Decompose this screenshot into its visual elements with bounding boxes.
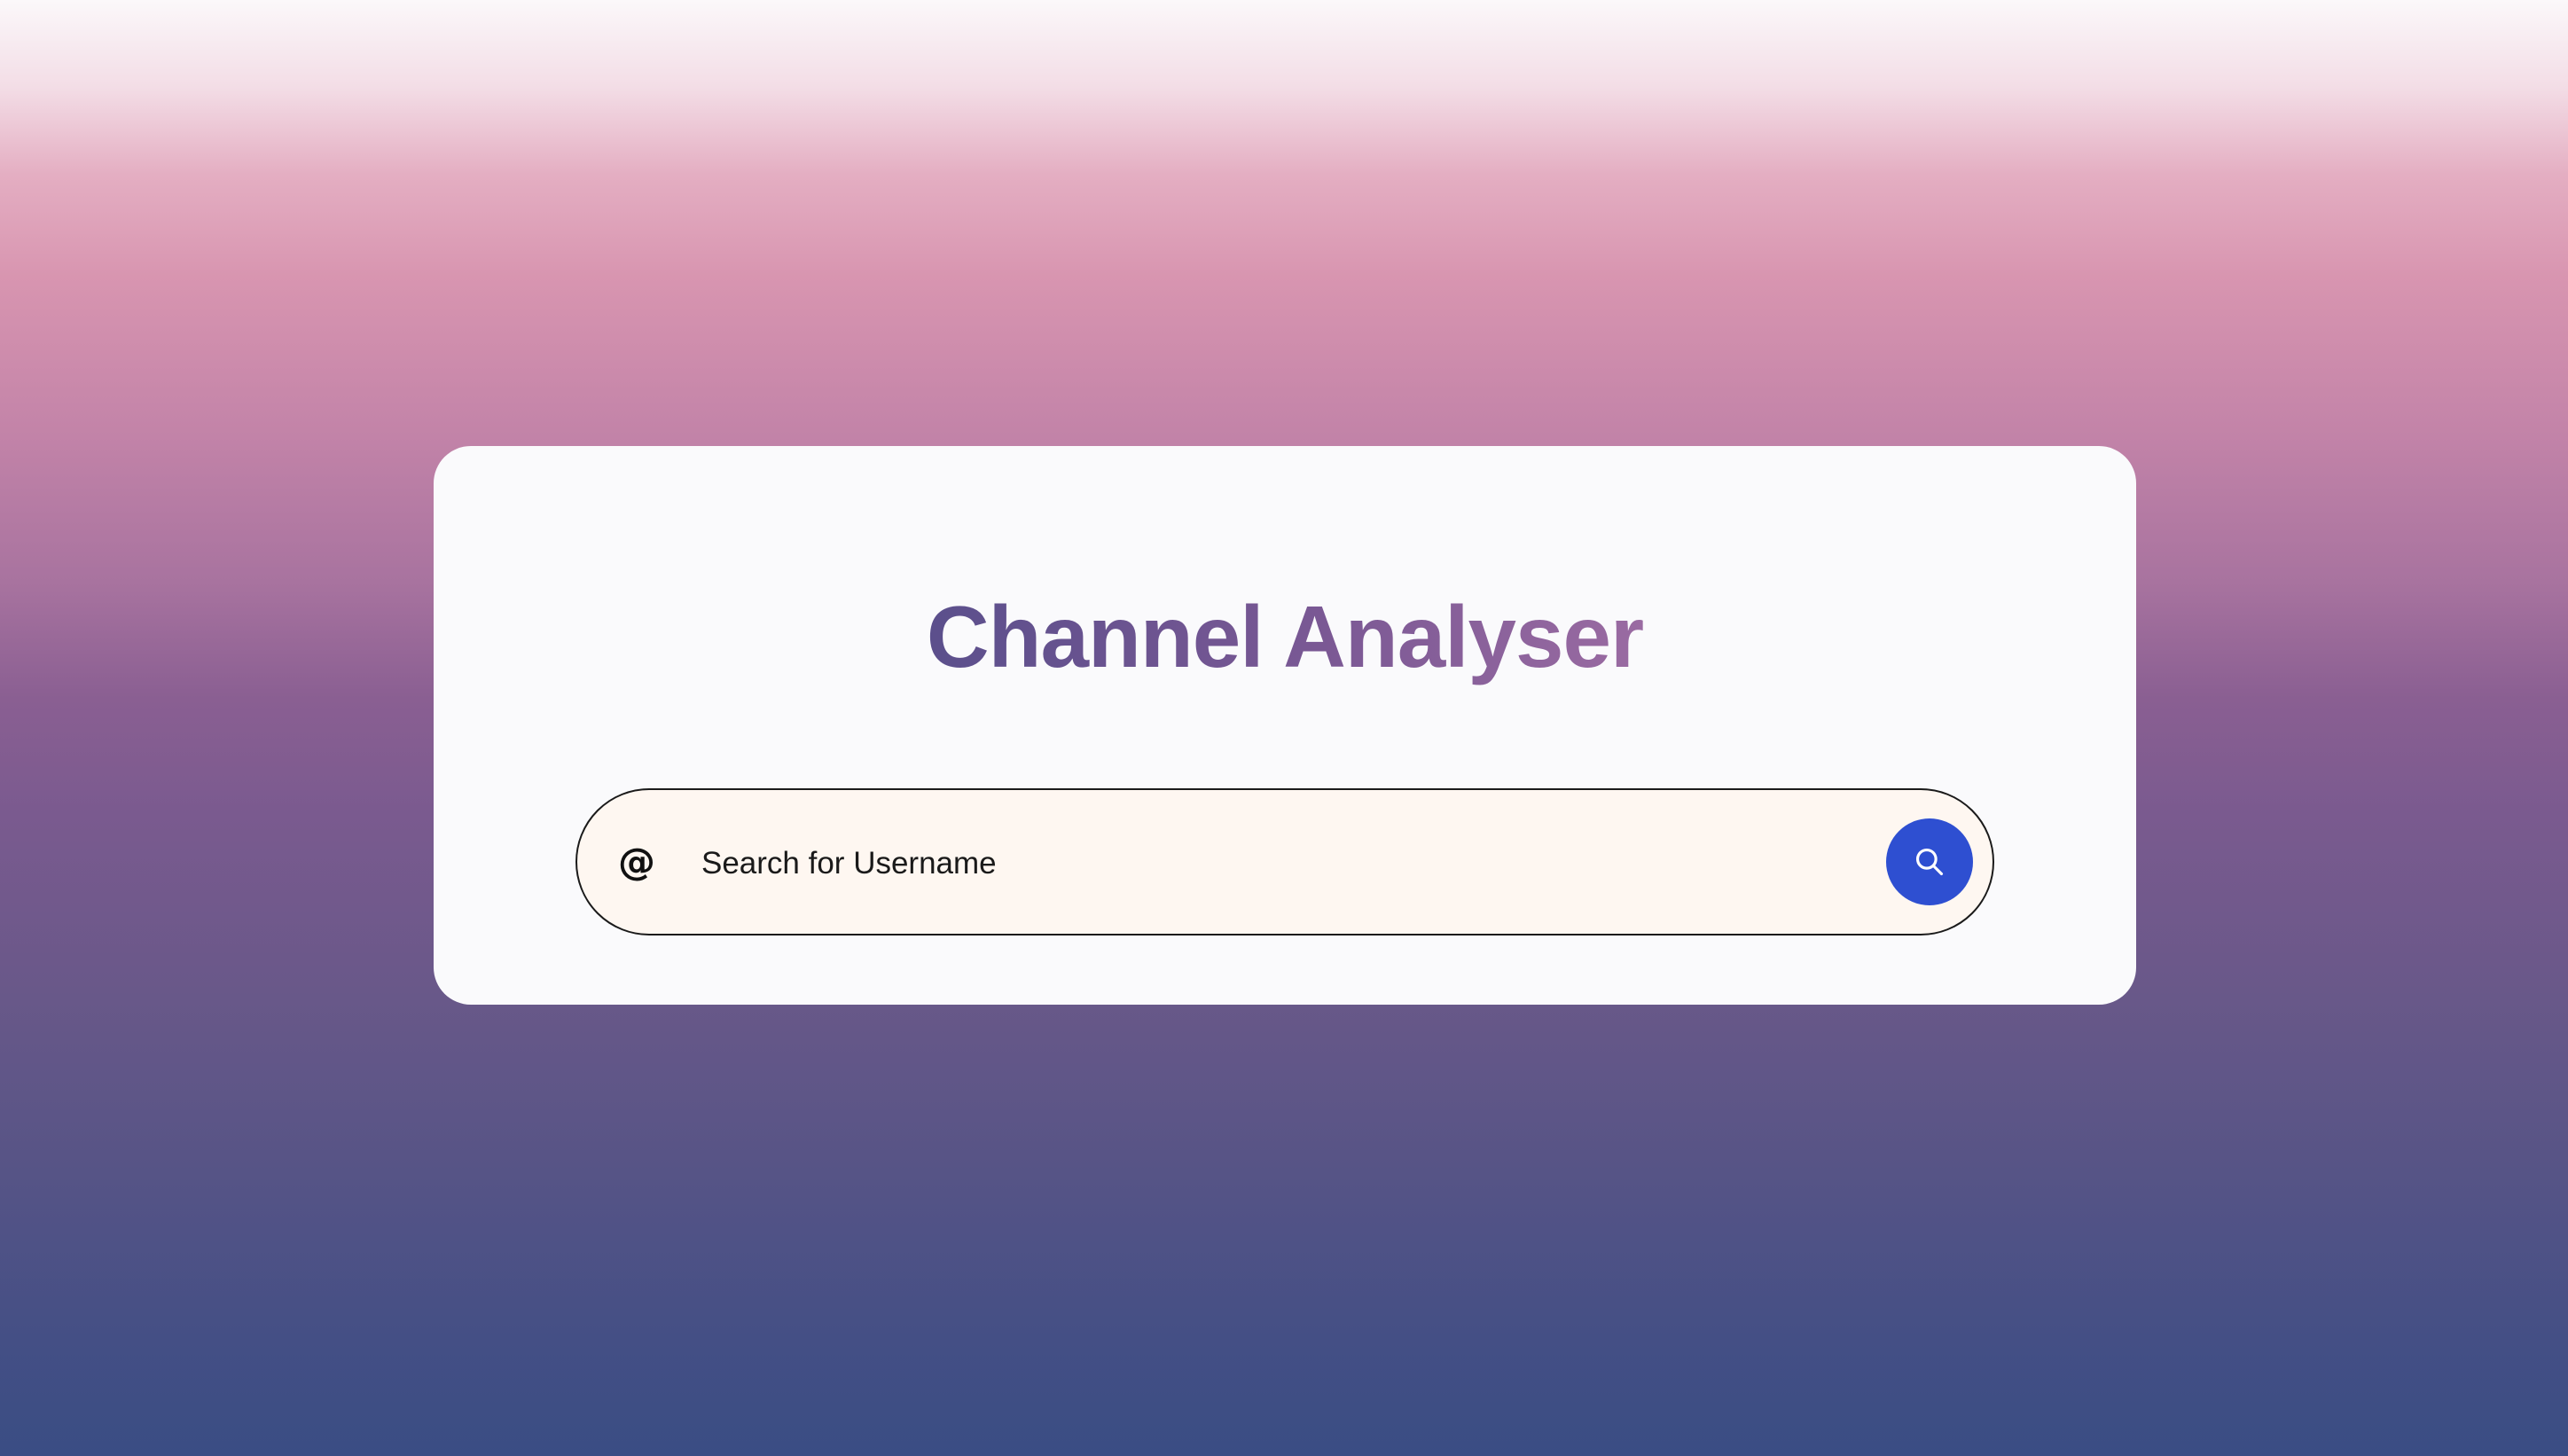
- search-icon: [1915, 848, 1944, 876]
- main-card: Channel Analyser @: [434, 446, 2136, 1005]
- search-bar[interactable]: @: [575, 788, 1994, 935]
- search-button[interactable]: [1886, 818, 1973, 905]
- at-symbol-icon: @: [618, 840, 655, 883]
- search-input[interactable]: [701, 824, 1872, 904]
- page-title: Channel Analyser: [434, 579, 2136, 694]
- page-title-text: Channel Analyser: [926, 588, 1644, 685]
